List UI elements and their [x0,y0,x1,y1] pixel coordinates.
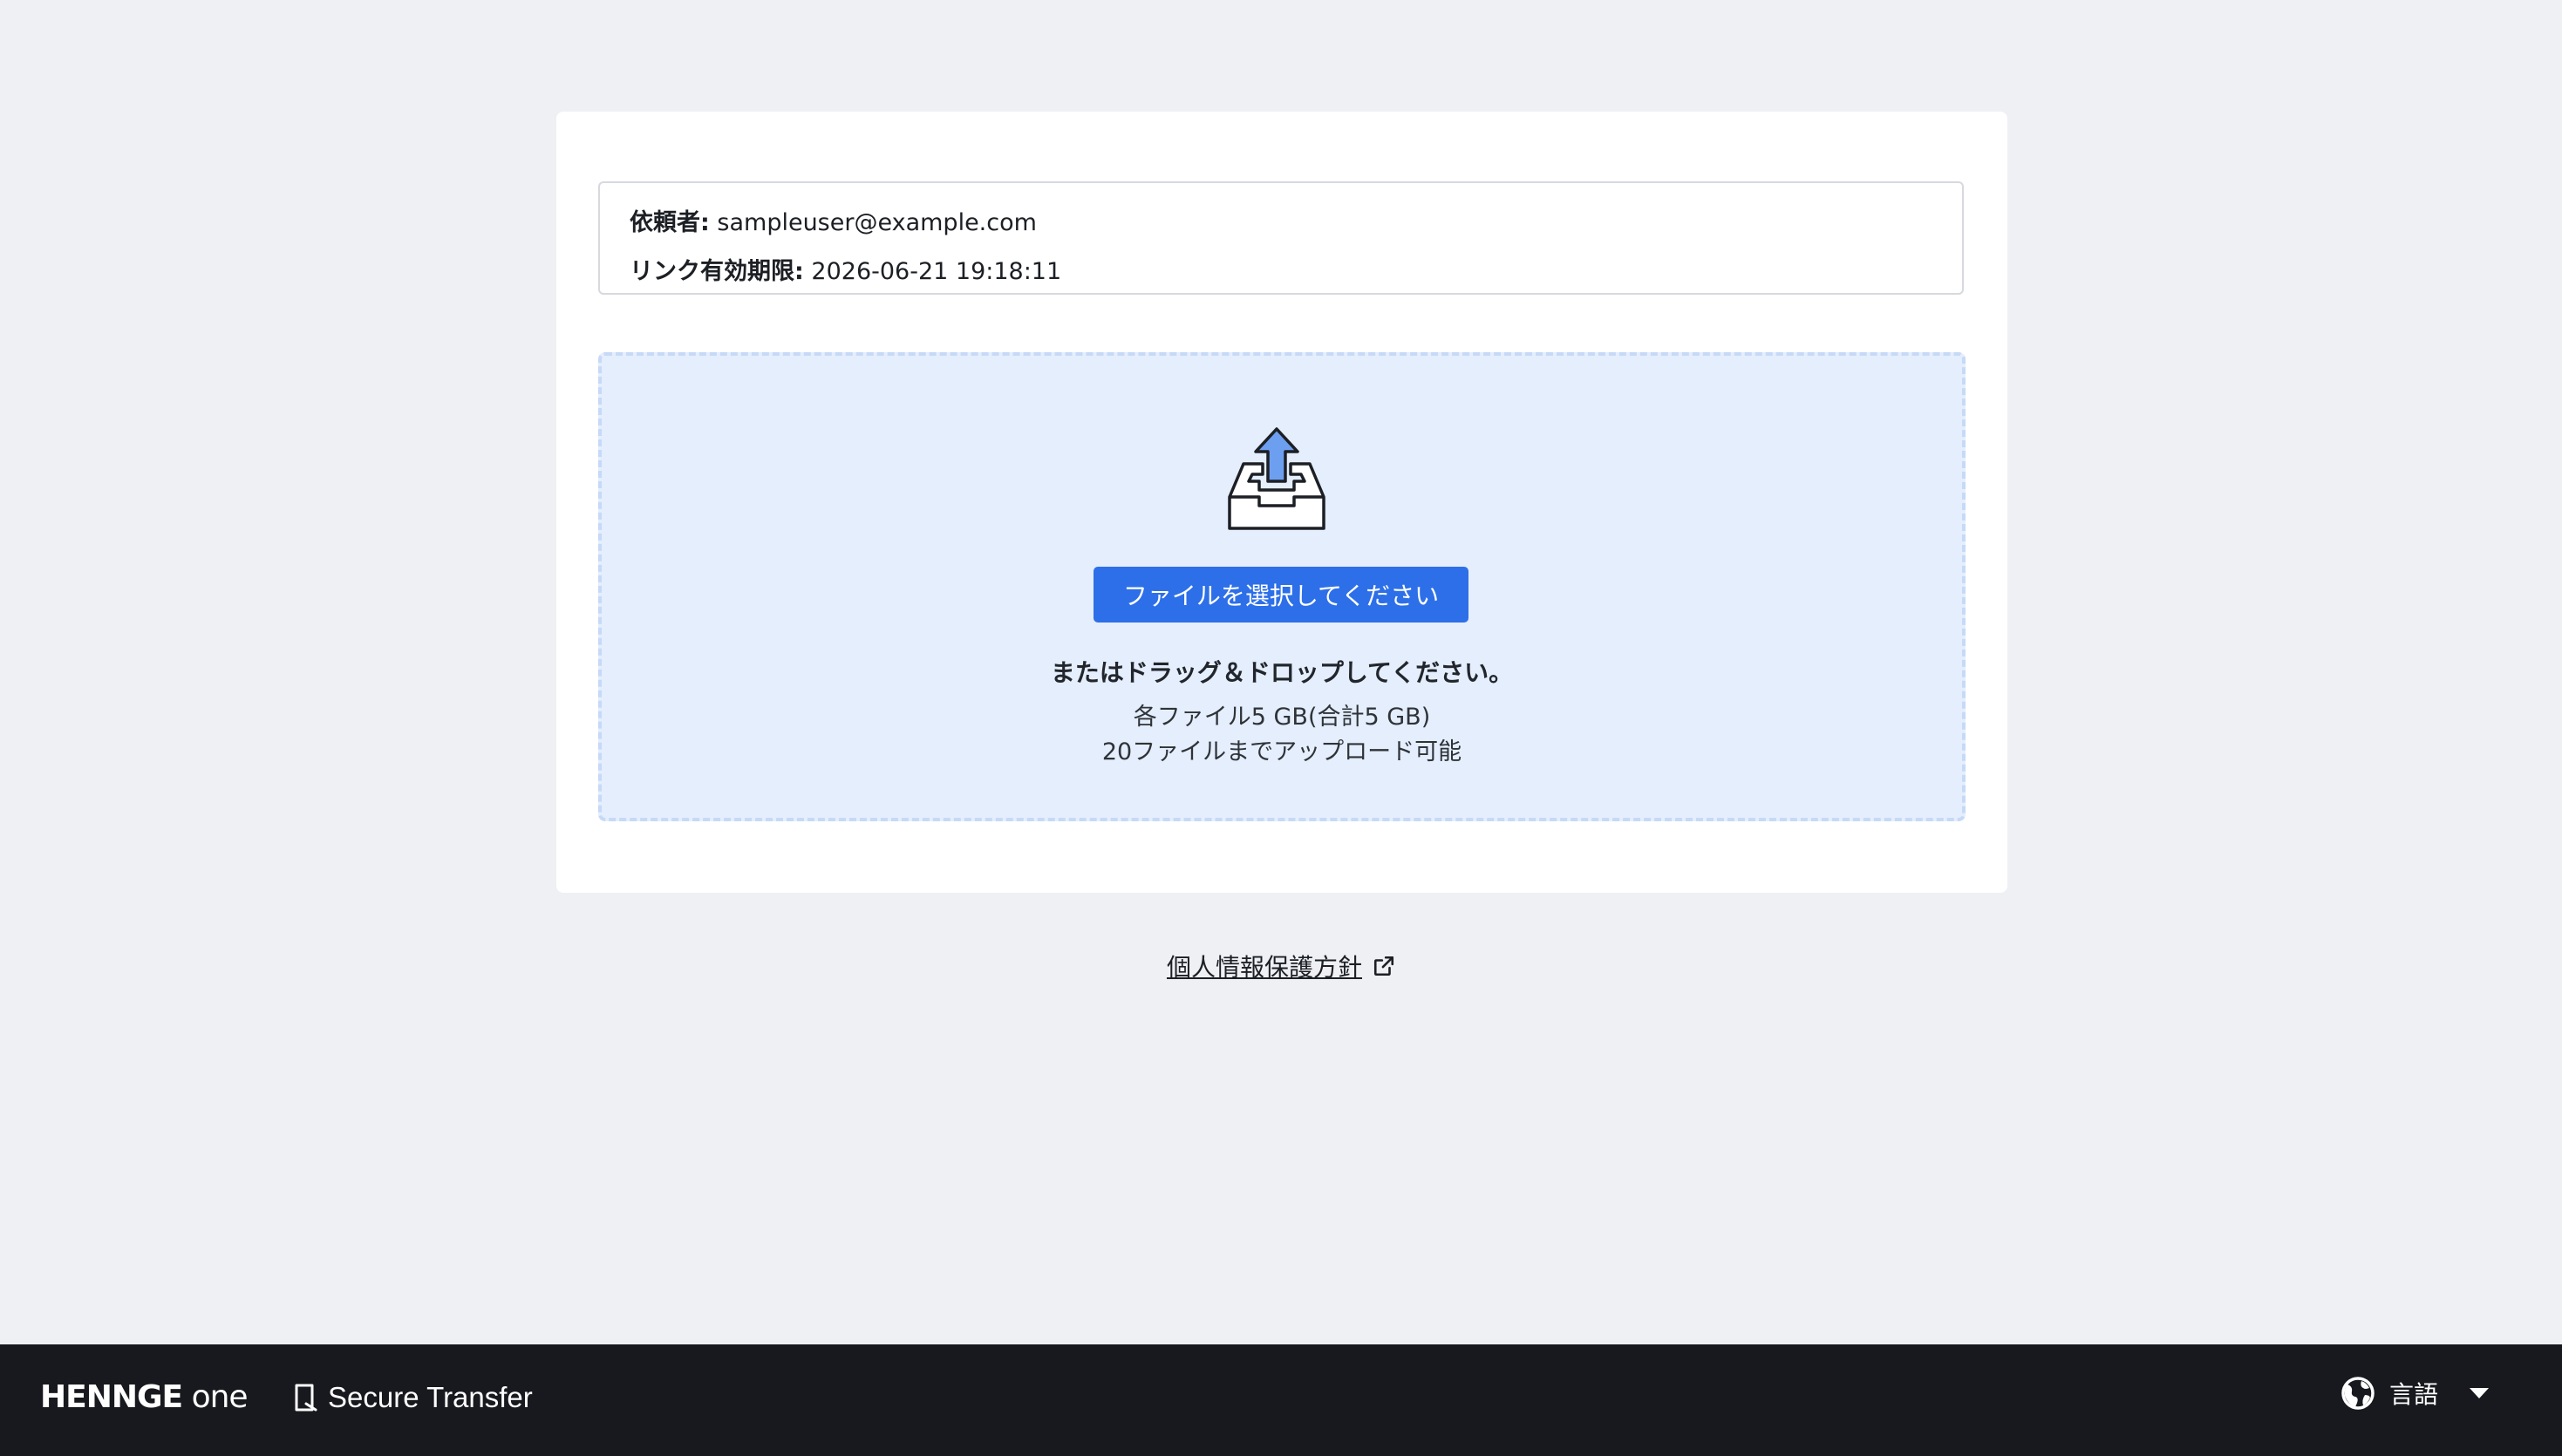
privacy-policy-label: 個人情報保護方針 [1166,953,1362,982]
henngeone-logo: HENNGE one [40,1379,249,1415]
language-label: 言語 [2389,1380,2439,1409]
upload-tray-icon [1228,427,1325,530]
privacy-policy-container: 個人情報保護方針 [0,949,2562,983]
expiry-label: リンク有効期限: [630,258,804,285]
requester-label: 依頼者: [630,209,710,236]
brand-part-1: HENNGE [40,1379,183,1415]
language-selector[interactable]: 言語 [2341,1376,2490,1411]
drag-drop-text: またはドラッグ＆ドロップしてください。 [1050,658,1514,687]
secure-transfer-icon [295,1384,317,1412]
footer-bar: HENNGE one Secure Transfer 言語 [0,1344,2562,1456]
size-limit-text: 各ファイル5 GB(合計5 GB) [1133,704,1431,731]
brand-part-2: one [191,1379,249,1415]
upload-page: 依頼者: sampleuser@example.com リンク有効期限: 202… [0,0,2562,1456]
select-file-button[interactable]: ファイルを選択してください [1094,567,1468,623]
caret-down-icon [2470,1388,2490,1398]
product-label: Secure Transfer [293,1381,533,1414]
external-link-icon [1373,956,1394,976]
count-limit-text: 20ファイルまでアップロード可能 [1101,738,1462,765]
file-dropzone[interactable]: ファイルを選択してください またはドラッグ＆ドロップしてください。 各ファイル5… [598,352,1966,821]
globe-icon [2341,1377,2375,1410]
expiry-row: リンク有効期限: 2026-06-21 19:18:11 [630,248,1932,296]
upload-card: 依頼者: sampleuser@example.com リンク有効期限: 202… [556,112,2007,893]
expiry-value: 2026-06-21 19:18:11 [811,258,1062,285]
request-info-box: 依頼者: sampleuser@example.com リンク有効期限: 202… [598,181,1964,295]
requester-value: sampleuser@example.com [717,209,1037,236]
privacy-policy-link[interactable]: 個人情報保護方針 [1167,949,1395,983]
product-name: Secure Transfer [328,1381,533,1413]
requester-row: 依頼者: sampleuser@example.com [630,199,1932,248]
